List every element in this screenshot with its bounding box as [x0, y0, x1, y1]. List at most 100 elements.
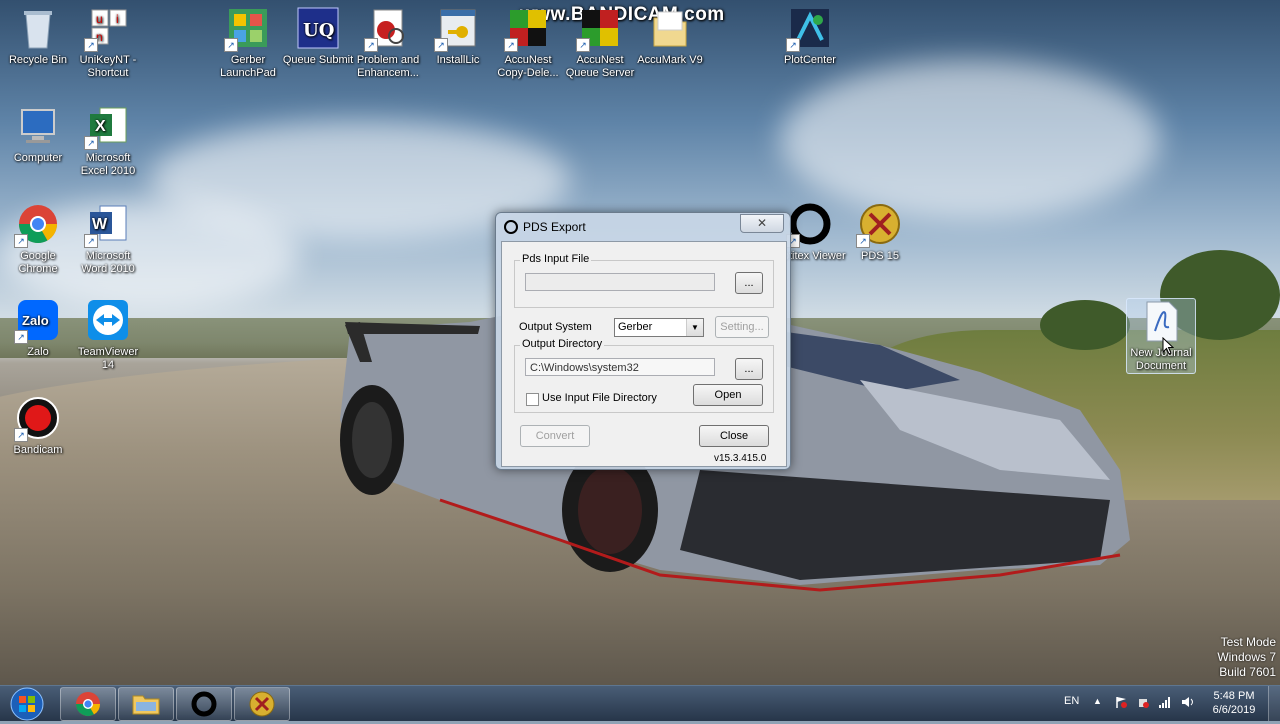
test-mode-text: Test Mode — [1220, 635, 1276, 649]
desktop-icon-pds15[interactable]: ↗ PDS 15 — [844, 202, 916, 263]
taskbar-pds-button[interactable] — [234, 687, 290, 721]
desktop-icon-word[interactable]: W ↗ Microsoft Word 2010 — [72, 202, 144, 276]
chrome-icon — [76, 692, 100, 717]
output-directory-label: Output Directory — [520, 338, 605, 350]
setting-button[interactable]: Setting... — [715, 316, 769, 338]
volume-icon[interactable] — [1180, 695, 1196, 712]
optitex-icon: ↗ — [786, 202, 832, 248]
folder-icon — [648, 6, 692, 50]
shortcut-arrow-icon: ↗ — [786, 38, 800, 52]
pds-input-file-label: Pds Input File — [520, 253, 592, 265]
unikey-icon: uin ↗ — [84, 6, 130, 52]
desktop-icon-queue-submit[interactable]: UQ Queue Submit — [282, 6, 354, 67]
uq-icon: UQ — [296, 6, 340, 50]
chevron-down-icon: ▼ — [686, 319, 703, 336]
desktop-icon-label: PlotCenter — [784, 54, 836, 66]
pds-export-dialog: PDS Export ✕ Pds Input File ... Output S… — [495, 212, 791, 470]
desktop-icon-accunest-queue[interactable]: ↗ AccuNest Queue Server — [564, 6, 636, 80]
install-license-icon: ↗ — [434, 6, 480, 52]
dialog-title: PDS Export — [523, 220, 586, 234]
desktop-icon-label: Google Chrome — [18, 250, 58, 275]
browse-output-button[interactable]: ... — [735, 358, 763, 380]
desktop-icon-accunest-copy[interactable]: ↗ AccuNest Copy-Dele... — [492, 6, 564, 80]
taskbar-optitex-button[interactable] — [176, 687, 232, 721]
close-button[interactable]: Close — [699, 425, 769, 447]
convert-button[interactable]: Convert — [520, 425, 590, 447]
svg-text:u: u — [96, 12, 103, 26]
desktop-icon-plotcenter[interactable]: ↗ PlotCenter — [774, 6, 846, 67]
shortcut-arrow-icon: ↗ — [434, 38, 448, 52]
pds-input-file-group: Pds Input File ... — [514, 253, 774, 308]
desktop-icon-label: Computer — [13, 152, 63, 164]
desktop-icon-label: Zalo — [27, 346, 49, 358]
desktop-icon-label: AccuNest Copy-Dele... — [497, 54, 559, 79]
windows-logo-icon — [10, 687, 44, 721]
desktop-icon-excel[interactable]: X ↗ Microsoft Excel 2010 — [72, 104, 144, 178]
browse-input-button[interactable]: ... — [735, 272, 763, 294]
show-desktop-button[interactable] — [1268, 686, 1280, 721]
desktop-icon-label: Problem and Enhancem... — [356, 54, 420, 79]
accunest-icon: ↗ — [504, 6, 550, 52]
use-input-dir-label: Use Input File Directory — [542, 392, 657, 404]
desktop-icon-gerber-launchpad[interactable]: ↗ Gerber LaunchPad — [212, 6, 284, 80]
mouse-cursor-icon — [1162, 337, 1174, 355]
output-system-select[interactable]: Gerber ▼ — [614, 318, 704, 337]
optitex-icon — [191, 691, 217, 717]
dialog-content: Pds Input File ... Output System Gerber … — [501, 241, 787, 467]
desktop-icon-label: PDS 15 — [861, 250, 899, 262]
word-icon: W ↗ — [84, 202, 130, 248]
problem-report-icon: ↗ — [364, 6, 410, 52]
desktop-icon-accumark[interactable]: AccuMark V9 — [634, 6, 706, 67]
desktop-icon-label: Recycle Bin — [8, 54, 68, 66]
desktop-icon-installlic[interactable]: ↗ InstallLic — [422, 6, 494, 67]
taskbar-chrome-button[interactable] — [60, 687, 116, 721]
start-button[interactable] — [6, 687, 48, 721]
clock[interactable]: 5:48 PM 6/6/2019 — [1206, 689, 1262, 717]
desktop-icon-teamviewer[interactable]: TeamViewer 14 — [72, 298, 144, 372]
output-system-value: Gerber — [618, 321, 653, 333]
dialog-titlebar[interactable]: PDS Export — [504, 220, 586, 234]
pds-icon — [249, 691, 275, 717]
output-system-label: Output System — [519, 321, 592, 333]
clock-time: 5:48 PM — [1213, 690, 1255, 702]
teamviewer-icon — [86, 298, 130, 342]
folder-icon — [132, 695, 160, 715]
clock-date: 6/6/2019 — [1212, 704, 1256, 716]
desktop-icon-bandicam[interactable]: ↗ Bandicam — [2, 396, 74, 457]
pds-icon: ↗ — [856, 202, 902, 248]
os-build-text: Build 7601 — [1219, 665, 1276, 679]
close-icon[interactable]: ✕ — [740, 214, 784, 233]
pds-input-file-field[interactable] — [525, 273, 715, 291]
gerber-launchpad-icon: ↗ — [224, 6, 270, 52]
language-indicator[interactable]: EN — [1064, 695, 1079, 707]
use-input-dir-checkbox[interactable] — [526, 393, 539, 406]
shortcut-arrow-icon: ↗ — [14, 234, 28, 248]
bandicam-icon: ↗ — [14, 396, 60, 442]
shortcut-arrow-icon: ↗ — [856, 234, 870, 248]
desktop-icon-chrome[interactable]: ↗ Google Chrome — [2, 202, 74, 276]
shortcut-arrow-icon: ↗ — [504, 38, 518, 52]
desktop-icon-unikey[interactable]: uin ↗ UniKeyNT - Shortcut — [72, 6, 144, 80]
desktop-icon-computer[interactable]: Computer — [2, 104, 74, 165]
removable-device-icon[interactable] — [1136, 695, 1150, 712]
desktop-icon-label: InstallLic — [436, 54, 480, 66]
shortcut-arrow-icon: ↗ — [14, 330, 28, 344]
desktop-icon-recycle-bin[interactable]: Recycle Bin — [2, 6, 74, 67]
shortcut-arrow-icon: ↗ — [84, 38, 98, 52]
shortcut-arrow-icon: ↗ — [84, 234, 98, 248]
desktop-icon-label: Queue Submit — [282, 54, 354, 66]
desktop-icon-label: AccuNest Queue Server — [565, 54, 635, 79]
desktop-icon-zalo[interactable]: Zalo ↗ Zalo — [2, 298, 74, 359]
action-center-flag-icon[interactable] — [1114, 695, 1128, 712]
open-button[interactable]: Open — [693, 384, 763, 406]
desktop-icon-label: Bandicam — [13, 444, 63, 456]
desktop-icon-label: Microsoft Excel 2010 — [80, 152, 136, 177]
output-directory-field[interactable]: C:\Windows\system32 — [525, 358, 715, 376]
taskbar-explorer-button[interactable] — [118, 687, 174, 721]
desktop-icon-problem-report[interactable]: ↗ Problem and Enhancem... — [352, 6, 424, 80]
network-signal-icon[interactable] — [1158, 695, 1172, 712]
recycle-bin-icon — [16, 6, 60, 50]
show-hidden-icons-chevron-icon[interactable]: ▲ — [1093, 696, 1102, 706]
desktop-icon-new-journal-document[interactable]: New Journal Document — [1126, 298, 1196, 374]
test-mode-watermark: Test Mode Windows 7 Build 7601 — [1217, 635, 1276, 680]
